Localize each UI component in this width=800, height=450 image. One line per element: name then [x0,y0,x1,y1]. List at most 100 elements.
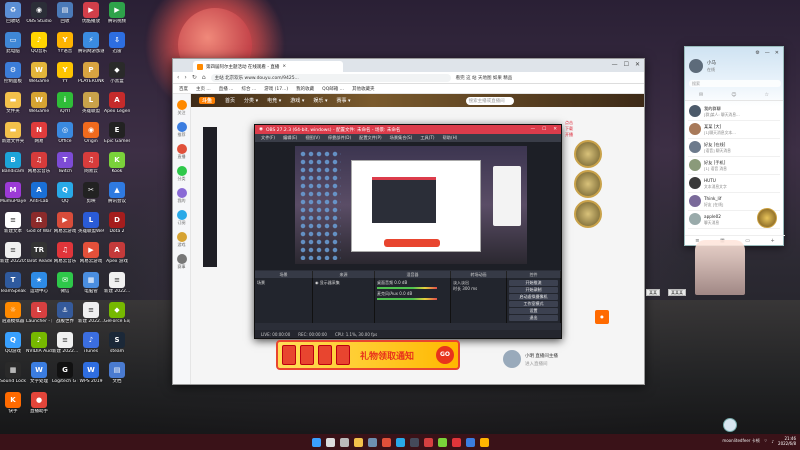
floating-tab[interactable]: 某某某 [668,289,686,296]
desktop-icon[interactable]: ◆ 小黑盒 [104,62,130,84]
desktop-icon[interactable]: ♫ 网易云 [78,152,104,174]
qq-status[interactable]: 在线 [707,67,715,73]
desktop-icon[interactable]: ♫ 网易云音乐 [52,242,78,264]
site-nav-item[interactable]: 赛事 ▾ [336,97,350,104]
obs-icon[interactable] [409,437,419,447]
add-icon[interactable]: + [771,238,775,244]
sidebar-icon[interactable] [176,188,187,198]
desktop-icon[interactable]: W WeGame [26,92,52,114]
desktop-icon[interactable]: B Bandicam [0,152,26,174]
folder-icon[interactable]: ▭ [745,238,750,244]
desktop-icon[interactable]: ▶ 网易云游戏 [78,242,104,264]
desktop-icon[interactable]: Q QQ游戏 [0,332,26,354]
sidebar-icon[interactable] [176,144,187,154]
obs-control-button[interactable]: 工作室模式 [509,301,558,307]
desktop-icon[interactable]: ♪ QQ音乐 [26,32,52,54]
rank-badge[interactable] [757,208,777,228]
qq-minimize-icon[interactable]: — [765,50,770,56]
audio-meter[interactable] [377,298,437,300]
desktop-icon[interactable]: LLauncher - 网易 [26,302,52,324]
store-icon[interactable] [465,437,475,447]
back-icon[interactable]: ‹ [177,74,179,81]
desktop-icon[interactable]: ▶ 网易云游戏 [52,212,78,234]
task-view-icon[interactable] [339,437,349,447]
audio-meter[interactable] [377,287,437,289]
tab-close-icon[interactable]: × [282,64,286,69]
desktop-icon[interactable]: M MumuPlayer [0,182,26,204]
transition-duration[interactable]: 时长 300 ms [453,286,504,292]
desktop-icon[interactable]: W 文字处理 [26,362,52,384]
desktop-icon[interactable]: ⇩ 迅雷 [104,32,130,54]
search-icon[interactable] [325,437,335,447]
url-field[interactable]: 主站 北京欢乐 www.douyu.com/9425... [210,73,451,82]
desktop-icon[interactable]: ▲ 腾讯会议 [104,182,130,204]
desktop-icon[interactable]: Y YY [52,62,78,84]
site-nav-item[interactable]: 分类 ▾ [244,97,258,104]
sidebar-icon[interactable] [176,122,187,132]
desktop-icon[interactable]: ◉ Origin [78,122,104,144]
obs-control-button[interactable]: 开始推流 [509,280,558,286]
desktop-icon[interactable]: Ω God of War [26,212,52,234]
qq-contact-item[interactable]: 好友 [手机] [1] 语音 消息 [688,157,780,175]
obs-menu-item[interactable]: 工具(T) [420,135,434,141]
bookmark-item[interactable]: 其他收藏夹 [352,86,375,92]
desktop-icon[interactable]: EEpic Games Launcher [104,122,130,144]
obs-control-button[interactable]: 退出 [509,315,558,321]
windows-start-icon[interactable] [311,437,321,447]
floating-tab[interactable]: 某某 [646,289,660,296]
desktop-icon[interactable]: ≡ 新建 2022... [78,302,104,324]
desktop-icon[interactable]: ✉ 微信 [52,272,78,294]
desktop-icon[interactable]: TR Tarot Reader [26,242,52,264]
obs-control-button[interactable]: 启动虚拟摄像机 [509,294,558,300]
desktop-icon[interactable]: ✂ 剪映 [78,182,104,204]
desktop-icon[interactable]: W WPS 2019 [78,362,104,384]
desktop-icon[interactable]: Ssteam [104,332,130,354]
desktop-icon[interactable]: ≡ 新建 2022... [52,332,78,354]
qq-search-input[interactable]: 搜索 [689,80,781,87]
sidebar-icon[interactable] [176,232,187,242]
desktop-icon[interactable]: ▤ 回收 [52,2,78,24]
bookmark-item[interactable]: 百度 [179,86,188,92]
desktop-icon[interactable]: ▤ 文档 [104,362,130,384]
site-nav-item[interactable]: 电竞 ▾ [267,97,281,104]
obs-maximize-icon[interactable]: ☐ [542,127,546,132]
desktop-icon[interactable]: ▦ Sound Lock [0,362,26,384]
qq-close-icon[interactable]: ✕ [775,50,779,56]
obs-menu-item[interactable]: 配置文件(P) [359,135,382,141]
sidebar-icon[interactable] [176,100,187,110]
bookmark-item[interactable]: 游戏 (17...) [264,86,288,92]
scene-item[interactable]: 场景 [257,280,310,286]
browser-tab-active[interactable]: 第四届阿尔主题活动 在线观看 - 直播 × [193,61,343,72]
desktop-icon[interactable]: ▬ 新建文件夹 [0,122,26,144]
space-tab-icon[interactable]: ☆ [765,92,769,98]
sidebar-icon[interactable] [176,210,187,220]
desktop-icon[interactable]: ◆GeForce Experience [104,302,130,324]
clock[interactable]: 21:46 2022/6/8 [778,436,796,446]
desktop-icon[interactable]: ≡新建 2022052... [0,242,26,264]
rank-badge[interactable] [573,140,602,168]
desktop-icon[interactable]: D Dota 2 [104,212,130,234]
obs-menu-item[interactable]: 文件(F) [261,135,275,141]
music-icon[interactable] [451,437,461,447]
desktop-icon[interactable]: ♪ iTunes [78,332,104,354]
app-icon[interactable] [437,437,447,447]
game-character-widget[interactable] [695,240,745,295]
browser-icon[interactable] [381,437,391,447]
site-search-input[interactable]: 搜索主播或直播间 [465,96,514,105]
qq-contact-item[interactable]: HUTU 文本消息文字 [688,175,780,193]
avatar[interactable] [723,418,737,432]
bookmark-item[interactable]: 主页 ... [196,86,211,92]
tray-text[interactable]: moonlitedfeer 卡顿 [722,438,759,444]
desktop-icon[interactable]: N 网易 [26,122,52,144]
volume-icon[interactable]: ♪ [771,439,774,444]
source-item[interactable]: ◉ 显示器采集 [315,280,372,286]
desktop-icon[interactable]: AApex Legends [104,92,130,114]
sidebar-icon[interactable] [176,166,187,176]
contacts-tab-icon[interactable]: ☺ [731,92,736,98]
site-logo[interactable]: 斗鱼 [199,97,216,104]
wifi-icon[interactable]: ⌔ [764,438,768,444]
bookmark-item[interactable]: 我的收藏 [296,86,314,92]
site-nav-item[interactable]: 游戏 ▾ [290,97,304,104]
desktop-icon[interactable]: A Apex 游戏 [104,242,130,264]
qq-contact-item[interactable]: 我的群聊 [群]某人: 聊天消息... [688,103,780,121]
